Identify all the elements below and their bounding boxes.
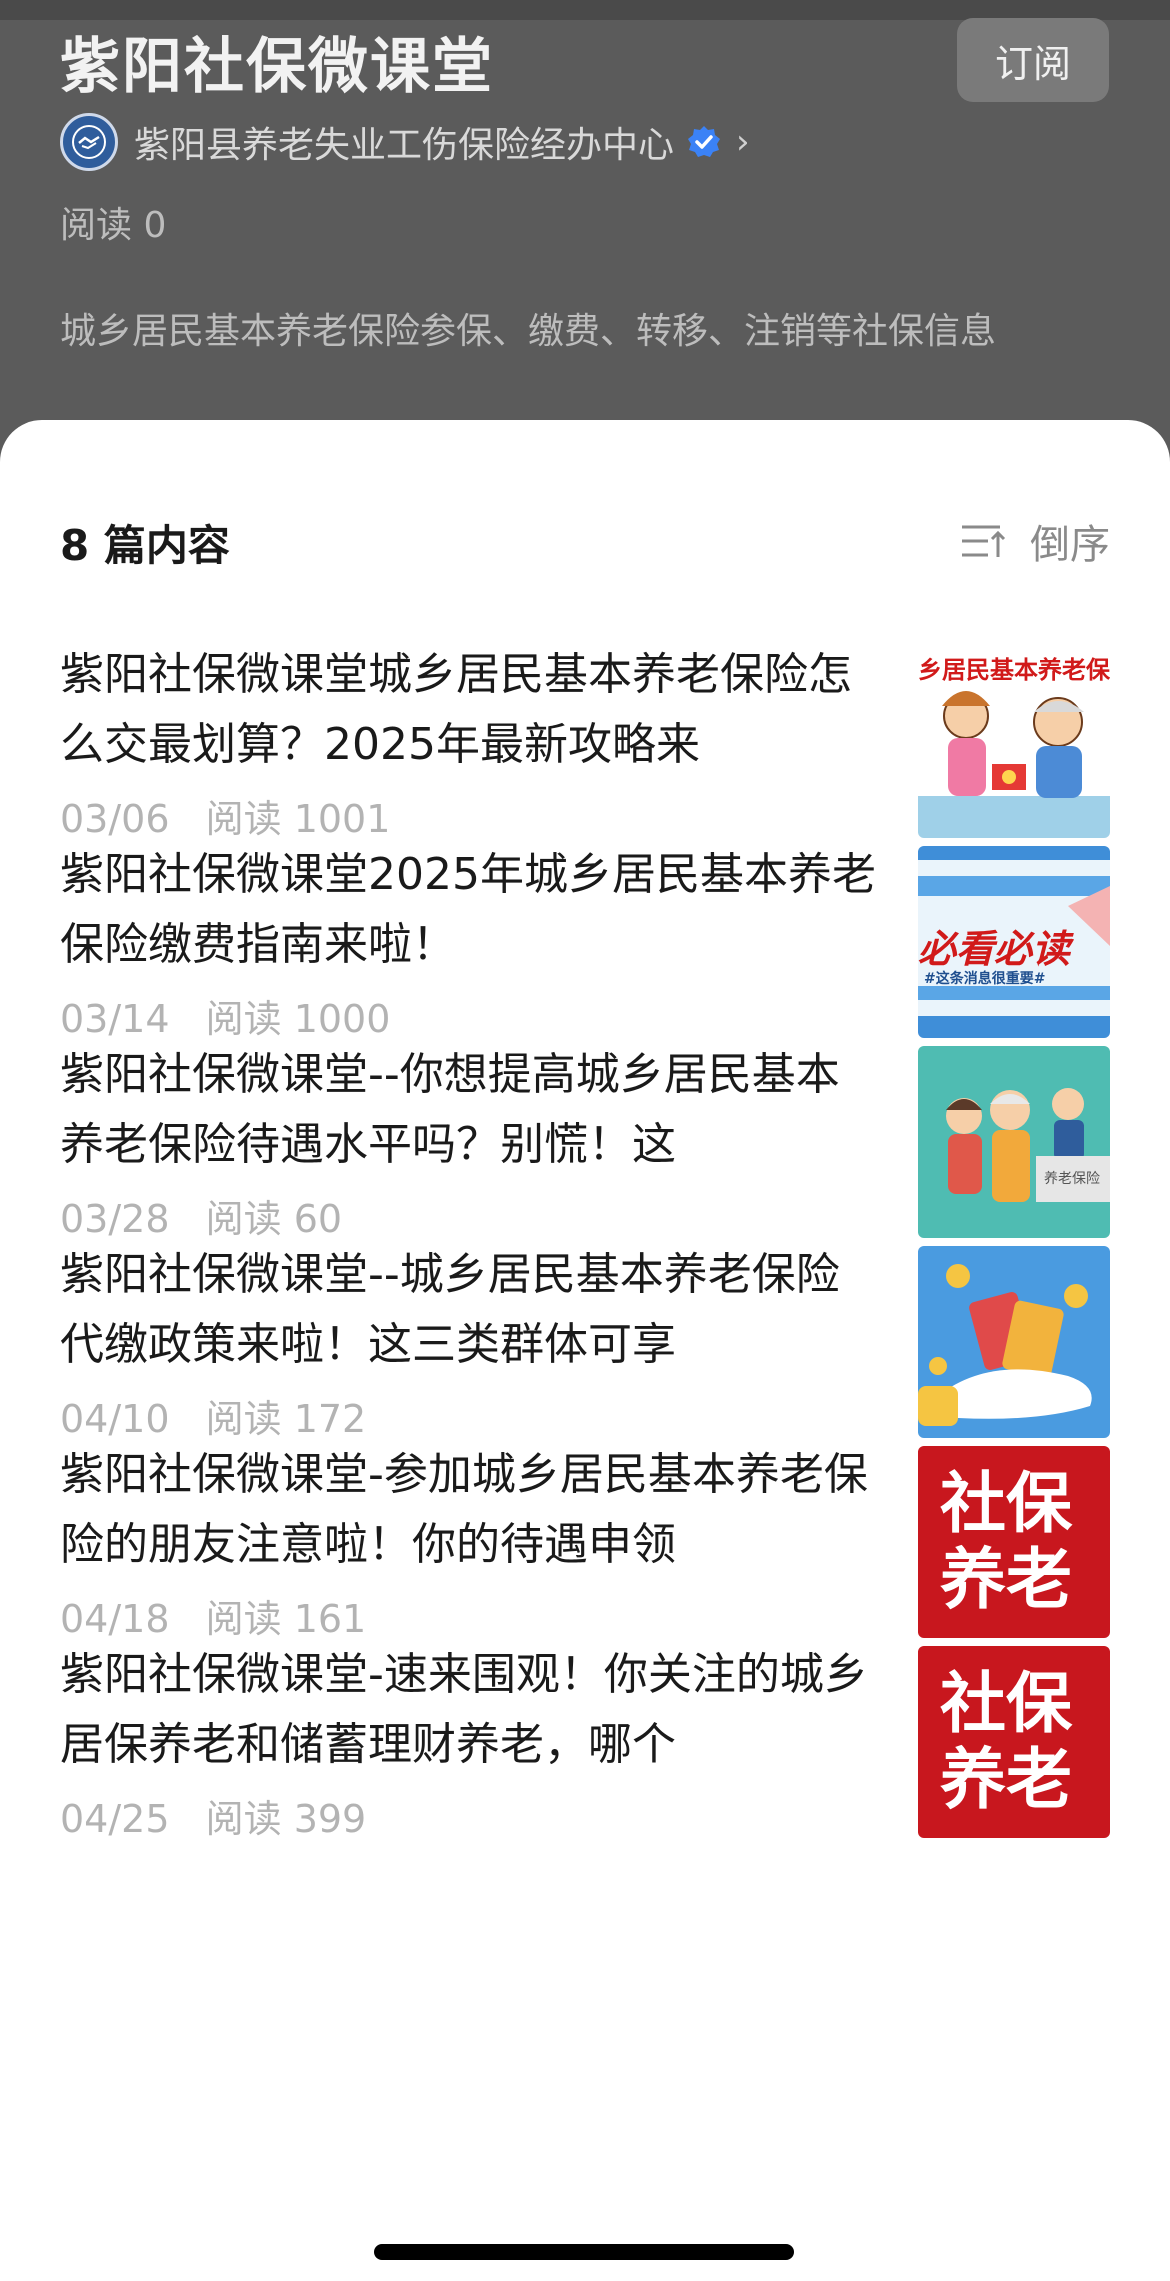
article-item[interactable]: 紫阳社保微课堂城乡居民基本养老保险怎么交最划算？2025年最新攻略来 03/06… [60,640,1110,843]
home-indicator[interactable] [374,2244,794,2260]
article-title: 紫阳社保微课堂城乡居民基本养老保险怎么交最划算？2025年最新攻略来 [60,649,852,770]
article-title: 紫阳社保微课堂2025年城乡居民基本养老保险缴费指南来啦！ [60,849,876,970]
thumbnail-subcaption: #这条消息很重要# [924,971,1046,987]
article-thumbnail: 社保养老 [918,1446,1110,1638]
chevron-right-icon: › [736,122,750,162]
article-date: 03/28 [60,1197,170,1241]
article-thumbnail: 必看必读 #这条消息很重要# [918,846,1110,1038]
article-thumbnail: 乡居民基本养老保 [918,646,1110,838]
article-item[interactable]: 紫阳社保微课堂-参加城乡居民基本养老保险的朋友注意啦！你的待遇申领 04/18 … [60,1440,1110,1643]
status-bar-shade [0,0,1170,20]
article-thumbnail [918,1246,1110,1438]
article-meta: 03/14 阅读 1000 [60,988,390,1043]
article-title: 紫阳社保微课堂-参加城乡居民基本养老保险的朋友注意啦！你的待遇申领 [60,1449,868,1570]
handshake-icon [72,125,106,159]
thumbnail-caption: 社保养老 [940,1665,1072,1818]
article-title: 紫阳社保微课堂--城乡居民基本养老保险代缴政策来啦！这三类群体可享 [60,1249,840,1370]
thumbnail-caption: 必看必读 [918,927,1071,971]
article-title: 紫阳社保微课堂-速来围观！你关注的城乡居保养老和储蓄理财养老，哪个 [60,1649,868,1770]
article-thumbnail: 社保养老 [918,1646,1110,1838]
avatar [60,113,118,171]
article-reads: 阅读 1000 [205,997,391,1041]
account-name: 紫阳县养老失业工伤保险经办中心 [134,125,675,166]
article-count: 8 篇内容 [60,521,230,570]
article-meta: 03/06 阅读 1001 [60,788,390,843]
sort-label: 倒序 [1030,522,1110,568]
page-title: 紫阳社保微课堂 [60,32,494,102]
thumbnail-caption: 养老保险 [1044,1171,1100,1187]
article-date: 04/18 [60,1597,170,1641]
article-reads: 阅读 161 [205,1597,367,1641]
article-meta: 04/25 阅读 399 [60,1788,366,1843]
sort-icon [962,525,1006,557]
article-date: 04/10 [60,1397,170,1441]
article-reads: 阅读 60 [205,1197,343,1241]
article-reads: 阅读 172 [205,1397,367,1441]
collection-description: 城乡居民基本养老保险参保、缴费、转移、注销等社保信息 [60,311,997,352]
article-date: 04/25 [60,1797,170,1841]
article-meta: 03/28 阅读 60 [60,1188,342,1243]
article-item[interactable]: 紫阳社保微课堂-速来围观！你关注的城乡居保养老和储蓄理财养老，哪个 04/25 … [60,1640,1110,1843]
hand-with-cards-illustration [918,1264,1092,1426]
article-date: 03/06 [60,797,170,841]
read-count: 阅读 0 [60,205,167,246]
subscribe-button[interactable]: 订阅 [957,18,1109,102]
thumbnail-caption: 社保养老 [940,1465,1072,1618]
elderly-couple-illustration [918,691,1110,838]
article-title: 紫阳社保微课堂--你想提高城乡居民基本养老保险待遇水平吗？别慌！这 [60,1049,840,1170]
account-header: 紫阳社保微课堂 订阅 紫阳县养老失业工伤保险经办中心 › 阅读 0 城乡居民基本… [0,0,1170,460]
article-item[interactable]: 紫阳社保微课堂2025年城乡居民基本养老保险缴费指南来啦！ 03/14 阅读 1… [60,840,1110,1043]
article-reads: 阅读 1001 [205,797,391,841]
sort-toggle[interactable]: 倒序 [960,512,1110,570]
article-reads: 阅读 399 [205,1797,367,1841]
article-item[interactable]: 紫阳社保微课堂--城乡居民基本养老保险代缴政策来啦！这三类群体可享 04/10 … [60,1240,1110,1443]
account-link[interactable]: 紫阳县养老失业工伤保险经办中心 › [60,112,750,172]
pension-office-illustration [946,1088,1110,1202]
article-list-sheet: 8 篇内容 倒序 紫阳社保微课堂城乡居民基本养老保险怎么交最划算？2025年最新… [0,420,1170,2281]
article-meta: 04/18 阅读 161 [60,1588,366,1643]
verified-badge-icon [688,126,721,157]
article-date: 03/14 [60,997,170,1041]
article-meta: 04/10 阅读 172 [60,1388,366,1443]
article-item[interactable]: 紫阳社保微课堂--你想提高城乡居民基本养老保险待遇水平吗？别慌！这 03/28 … [60,1040,1110,1243]
article-thumbnail: 养老保险 [918,1046,1110,1238]
